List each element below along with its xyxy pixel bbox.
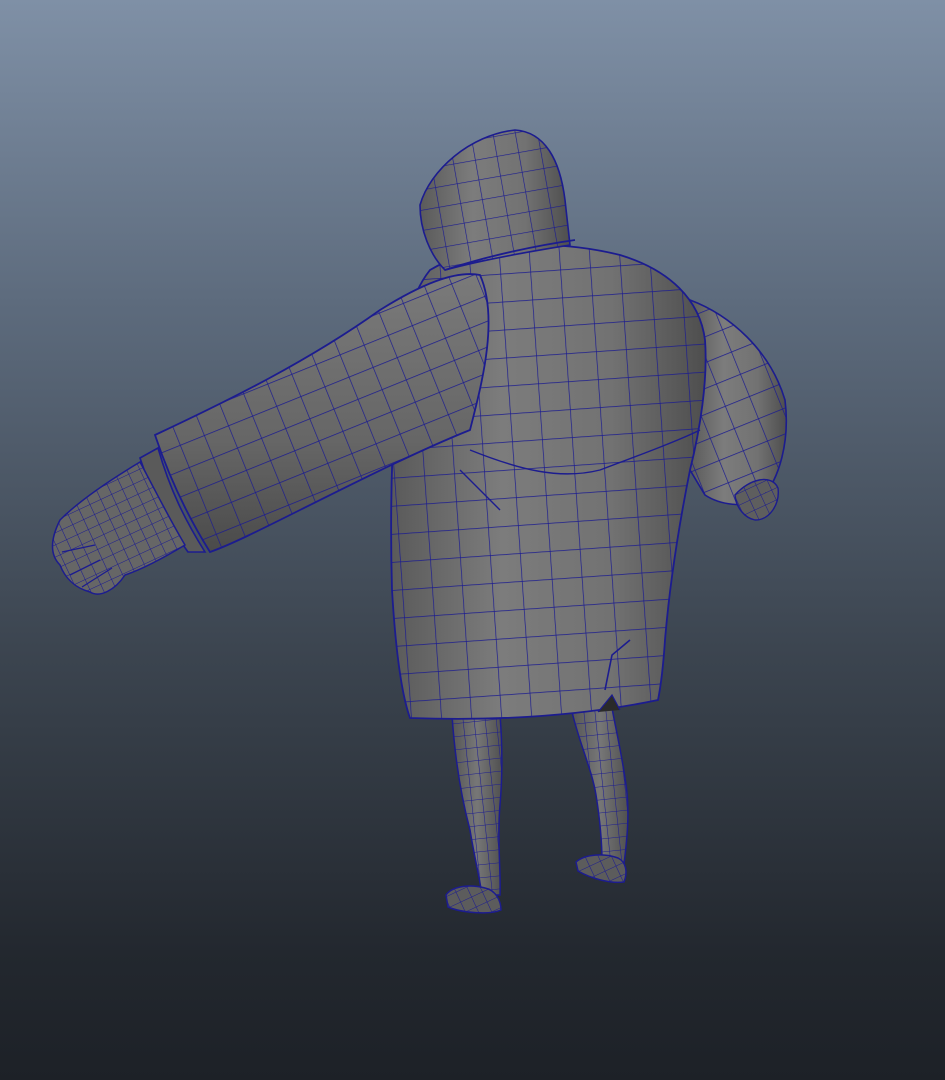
3d-viewport[interactable] <box>0 0 945 1080</box>
character-model[interactable] <box>0 0 945 1080</box>
right-leg-mesh[interactable] <box>571 707 629 865</box>
left-leg-mesh[interactable] <box>451 714 503 896</box>
right-foot-mesh[interactable] <box>575 854 627 884</box>
